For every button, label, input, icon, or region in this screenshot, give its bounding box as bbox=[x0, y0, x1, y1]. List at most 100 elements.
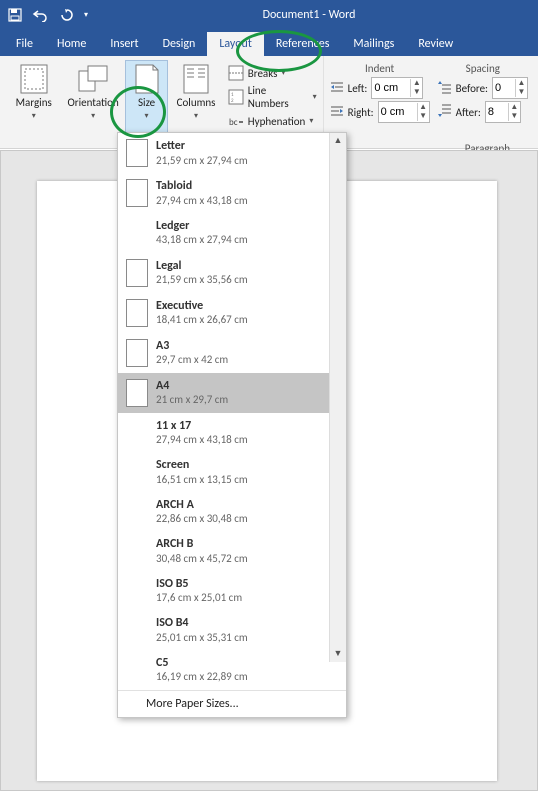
spacing-after-icon bbox=[438, 104, 452, 121]
tab-insert[interactable]: Insert bbox=[98, 32, 150, 56]
redo-icon[interactable] bbox=[60, 8, 74, 22]
window-title: Document1 - Word bbox=[88, 8, 530, 22]
size-option-executive[interactable]: Executive18,41 cm x 26,67 cm bbox=[118, 293, 346, 333]
size-name: Executive bbox=[156, 299, 248, 313]
size-option-ledger[interactable]: Ledger43,18 cm x 27,94 cm bbox=[118, 213, 346, 253]
undo-icon[interactable] bbox=[32, 8, 50, 22]
quick-access-toolbar: ▾ bbox=[8, 8, 88, 22]
indent-section: Indent Left: ▲▼ Right: ▲▼ bbox=[326, 60, 434, 127]
spin-down-icon[interactable]: ▼ bbox=[417, 112, 429, 121]
svg-text:bc: bc bbox=[229, 117, 238, 128]
size-dimensions: 21,59 cm x 35,56 cm bbox=[156, 273, 248, 286]
orientation-button[interactable]: Orientation ▾ bbox=[61, 60, 124, 144]
scroll-up-icon[interactable]: ▲ bbox=[330, 133, 346, 149]
breaks-button[interactable]: Breaks▾ bbox=[228, 62, 317, 84]
spin-down-icon[interactable]: ▼ bbox=[508, 112, 520, 121]
size-dimensions: 22,86 cm x 30,48 cm bbox=[156, 512, 248, 525]
spacing-before-input[interactable]: ▲▼ bbox=[492, 77, 528, 99]
size-option-screen[interactable]: Screen16,51 cm x 13,15 cm bbox=[118, 452, 346, 492]
columns-icon bbox=[180, 63, 212, 95]
size-option-a4[interactable]: A421 cm x 29,7 cm bbox=[118, 373, 346, 413]
page-icon bbox=[126, 259, 148, 287]
size-dimensions: 21 cm x 29,7 cm bbox=[156, 393, 228, 406]
size-name: Letter bbox=[156, 139, 248, 153]
size-scrollbar[interactable]: ▲ ▼ bbox=[329, 133, 346, 662]
page-setup-small: Breaks▾ 12 Line Numbers▾ bc Hyphenation▾ bbox=[224, 60, 321, 134]
size-option-iso-b4[interactable]: ISO B425,01 cm x 35,31 cm bbox=[118, 610, 346, 650]
page-icon bbox=[126, 299, 148, 327]
chevron-down-icon: ▾ bbox=[194, 111, 198, 121]
title-bar: ▾ Document1 - Word bbox=[0, 0, 538, 30]
size-option-11-x-17[interactable]: 11 x 1727,94 cm x 43,18 cm bbox=[118, 413, 346, 453]
spacing-after-input[interactable]: ▲▼ bbox=[485, 101, 521, 123]
size-name: ARCH B bbox=[156, 537, 248, 551]
margins-icon bbox=[18, 63, 50, 95]
size-option-letter[interactable]: Letter21,59 cm x 27,94 cm bbox=[118, 133, 346, 173]
page-icon bbox=[126, 139, 148, 167]
size-name: Ledger bbox=[156, 219, 248, 233]
size-name: ARCH A bbox=[156, 498, 248, 512]
size-name: A4 bbox=[156, 379, 228, 393]
size-option-iso-b5[interactable]: ISO B517,6 cm x 25,01 cm bbox=[118, 571, 346, 611]
size-name: Tabloid bbox=[156, 179, 248, 193]
chevron-down-icon: ▾ bbox=[281, 68, 285, 78]
tab-layout[interactable]: Layout bbox=[207, 32, 264, 56]
size-dimensions: 25,01 cm x 35,31 cm bbox=[156, 631, 248, 644]
size-icon bbox=[131, 63, 163, 95]
size-option-legal[interactable]: Legal21,59 cm x 35,56 cm bbox=[118, 253, 346, 293]
size-dimensions: 27,94 cm x 43,18 cm bbox=[156, 433, 248, 446]
size-name: Screen bbox=[156, 458, 248, 472]
size-dimensions: 29,7 cm x 42 cm bbox=[156, 353, 228, 366]
tab-review[interactable]: Review bbox=[406, 32, 465, 56]
indent-right-input[interactable]: ▲▼ bbox=[378, 101, 430, 123]
size-name: 11 x 17 bbox=[156, 419, 248, 433]
tab-home[interactable]: Home bbox=[45, 32, 98, 56]
page-icon bbox=[126, 339, 148, 367]
hyphenation-icon: bc bbox=[228, 113, 244, 129]
chevron-down-icon: ▾ bbox=[32, 111, 36, 121]
tab-references[interactable]: References bbox=[264, 32, 342, 56]
size-dimensions: 16,19 cm x 22,89 cm bbox=[156, 670, 248, 683]
size-option-c5[interactable]: C516,19 cm x 22,89 cm bbox=[118, 650, 346, 690]
ribbon-tabs: File Home Insert Design Layout Reference… bbox=[0, 30, 538, 56]
size-list: ▲ ▼ Letter21,59 cm x 27,94 cmTabloid27,9… bbox=[118, 133, 346, 690]
size-dimensions: 17,6 cm x 25,01 cm bbox=[156, 591, 242, 604]
line-numbers-button[interactable]: 12 Line Numbers▾ bbox=[228, 86, 317, 108]
tab-file[interactable]: File bbox=[4, 32, 45, 56]
paragraph-group: Indent Left: ▲▼ Right: ▲▼ Spacing Before… bbox=[324, 56, 534, 148]
size-dimensions: 30,48 cm x 45,72 cm bbox=[156, 552, 248, 565]
indent-right-icon bbox=[330, 104, 344, 121]
spin-down-icon[interactable]: ▼ bbox=[515, 88, 527, 97]
chevron-down-icon: ▾ bbox=[91, 111, 95, 121]
size-dimensions: 43,18 cm x 27,94 cm bbox=[156, 233, 248, 246]
size-menu: ▲ ▼ Letter21,59 cm x 27,94 cmTabloid27,9… bbox=[117, 132, 347, 718]
hyphenation-button[interactable]: bc Hyphenation▾ bbox=[228, 110, 317, 132]
spacing-section: Spacing Before: ▲▼ After: ▲▼ bbox=[434, 60, 532, 127]
size-dimensions: 21,59 cm x 27,94 cm bbox=[156, 154, 248, 167]
size-option-tabloid[interactable]: Tabloid27,94 cm x 43,18 cm bbox=[118, 173, 346, 213]
page-icon bbox=[126, 379, 148, 407]
size-name: Legal bbox=[156, 259, 248, 273]
size-option-a3[interactable]: A329,7 cm x 42 cm bbox=[118, 333, 346, 373]
scroll-down-icon[interactable]: ▼ bbox=[330, 646, 346, 662]
spin-down-icon[interactable]: ▼ bbox=[410, 88, 422, 97]
tab-mailings[interactable]: Mailings bbox=[341, 32, 406, 56]
page-icon bbox=[126, 179, 148, 207]
chevron-down-icon: ▾ bbox=[313, 92, 317, 102]
breaks-icon bbox=[228, 65, 244, 81]
more-paper-sizes[interactable]: More Paper Sizes... bbox=[118, 690, 346, 717]
size-option-arch-a[interactable]: ARCH A22,86 cm x 30,48 cm bbox=[118, 492, 346, 532]
size-dimensions: 27,94 cm x 43,18 cm bbox=[156, 194, 248, 207]
size-dimensions: 18,41 cm x 26,67 cm bbox=[156, 313, 248, 326]
indent-left-input[interactable]: ▲▼ bbox=[371, 77, 423, 99]
margins-button[interactable]: Margins ▾ bbox=[6, 60, 61, 144]
size-name: ISO B4 bbox=[156, 616, 248, 630]
size-name: A3 bbox=[156, 339, 228, 353]
chevron-down-icon: ▾ bbox=[145, 111, 149, 121]
size-option-arch-b[interactable]: ARCH B30,48 cm x 45,72 cm bbox=[118, 531, 346, 571]
tab-design[interactable]: Design bbox=[151, 32, 208, 56]
indent-left-icon bbox=[330, 80, 344, 97]
line-numbers-icon: 12 bbox=[228, 89, 244, 105]
save-icon[interactable] bbox=[8, 8, 22, 22]
size-name: ISO B5 bbox=[156, 577, 242, 591]
